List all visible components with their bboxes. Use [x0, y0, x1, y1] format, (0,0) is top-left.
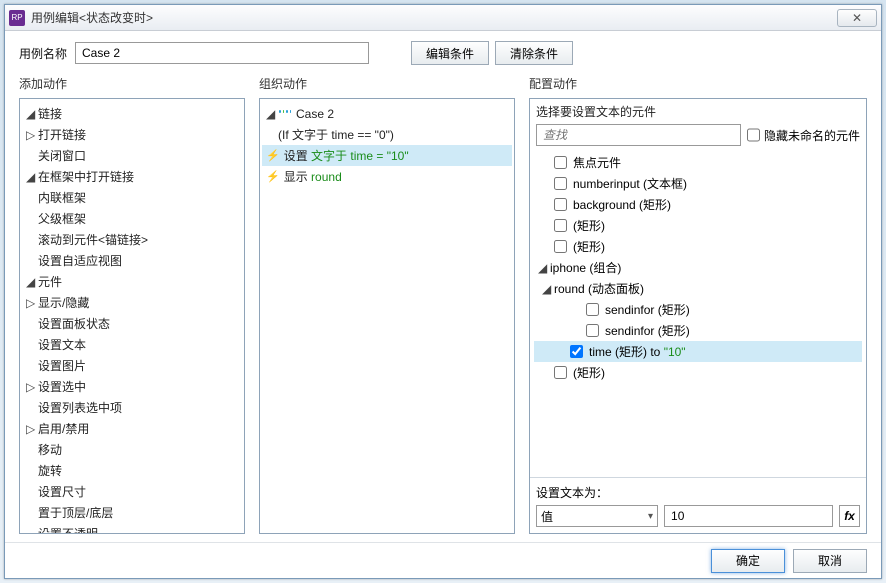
cfg-item-numberinput[interactable]: ▷numberinput (文本框) — [534, 173, 862, 194]
cfg-item-focus[interactable]: ▷焦点元件 — [534, 152, 862, 173]
org-action-show[interactable]: ⚡ 显示 round — [262, 166, 512, 187]
tree-item-set-size[interactable]: ▷设置尺寸 — [22, 481, 242, 502]
tree-item-set-list-selection[interactable]: ▷设置列表选中项 — [22, 397, 242, 418]
configure-panel: 选择要设置文本的元件 隐藏未命名的元件 ▷焦点元件 ▷numberinput (… — [529, 98, 867, 534]
tree-item-set-opacity[interactable]: ▷设置不透明 — [22, 523, 242, 534]
bolt-icon: ⚡ — [266, 170, 280, 183]
widget-search-input[interactable] — [536, 124, 741, 146]
case-name-label: 用例名称 — [19, 45, 67, 62]
chevron-down-icon: ▾ — [648, 511, 653, 522]
tree-item-scroll-anchor[interactable]: ▷滚动到元件<锚链接> — [22, 229, 242, 250]
organize-panel: ◢ Case 2 ▷(If 文字于 time == "0") ⚡ 设置 文字于 … — [259, 98, 515, 534]
cfg-item-background[interactable]: ▷background (矩形) — [534, 194, 862, 215]
tree-item-rotate[interactable]: ▷旋转 — [22, 460, 242, 481]
tree-item-bring-front-back[interactable]: ▷置于顶层/底层 — [22, 502, 242, 523]
configure-action-header: 配置动作 — [529, 75, 867, 92]
tree-item-panel-state[interactable]: ▷设置面板状态 — [22, 313, 242, 334]
cfg-item-rect2[interactable]: ▷(矩形) — [534, 236, 862, 257]
window-title: 用例编辑<状态改变时> — [31, 9, 837, 26]
org-action-set-text[interactable]: ⚡ 设置 文字于 time = "10" — [262, 145, 512, 166]
add-actions-header: 添加动作 — [19, 75, 245, 92]
dialog-window: RP 用例编辑<状态改变时> ✕ 用例名称 编辑条件 清除条件 添加动作 ◢链接… — [4, 4, 882, 579]
select-widgets-title: 选择要设置文本的元件 — [530, 99, 866, 124]
case-icon — [278, 109, 292, 119]
tree-item-inline-frame[interactable]: ▷内联框架 — [22, 187, 242, 208]
organize-actions-header: 组织动作 — [259, 75, 515, 92]
edit-condition-button[interactable]: 编辑条件 — [411, 41, 489, 65]
tree-item-set-selected[interactable]: ▷设置选中 — [22, 376, 242, 397]
text-value-input[interactable] — [664, 505, 833, 527]
cfg-item-round[interactable]: ◢round (动态面板) — [534, 278, 862, 299]
set-text-label: 设置文本为： — [536, 484, 860, 501]
tree-group-links[interactable]: ◢链接 — [22, 103, 242, 124]
hide-unnamed-checkbox[interactable]: 隐藏未命名的元件 — [747, 124, 860, 146]
close-button[interactable]: ✕ — [837, 9, 877, 27]
add-actions-panel: ◢链接 ▷打开链接 ▷关闭窗口 ◢在框架中打开链接 ▷内联框架 ▷父级框架 ▷滚… — [19, 98, 245, 534]
titlebar: RP 用例编辑<状态改变时> ✕ — [5, 5, 881, 31]
tree-group-widgets[interactable]: ◢元件 — [22, 271, 242, 292]
cfg-item-rect3[interactable]: ▷(矩形) — [534, 362, 862, 383]
tree-item-move[interactable]: ▷移动 — [22, 439, 242, 460]
tree-item-set-adaptive[interactable]: ▷设置自适应视图 — [22, 250, 242, 271]
text-mode-select[interactable]: 值▾ — [536, 505, 658, 527]
dialog-footer: 确定 取消 — [5, 542, 881, 578]
org-case-row[interactable]: ◢ Case 2 — [262, 103, 512, 124]
top-row: 用例名称 编辑条件 清除条件 — [19, 41, 867, 65]
app-icon: RP — [9, 10, 25, 26]
cfg-item-sendinfor2[interactable]: ▷sendinfor (矩形) — [534, 320, 862, 341]
tree-item-parent-frame[interactable]: ▷父级框架 — [22, 208, 242, 229]
bolt-icon: ⚡ — [266, 149, 280, 162]
fx-button[interactable]: fx — [839, 505, 860, 527]
tree-item-show-hide[interactable]: ▷显示/隐藏 — [22, 292, 242, 313]
tree-item-set-image[interactable]: ▷设置图片 — [22, 355, 242, 376]
cfg-item-rect1[interactable]: ▷(矩形) — [534, 215, 862, 236]
cfg-item-sendinfor1[interactable]: ▷sendinfor (矩形) — [534, 299, 862, 320]
tree-item-set-text[interactable]: ▷设置文本 — [22, 334, 242, 355]
cfg-item-time[interactable]: ▷time (矩形) to "10" — [534, 341, 862, 362]
org-condition-row: ▷(If 文字于 time == "0") — [262, 124, 512, 145]
ok-button[interactable]: 确定 — [711, 549, 785, 573]
tree-item-open-in-frame[interactable]: ◢在框架中打开链接 — [22, 166, 242, 187]
tree-item-open-link[interactable]: ▷打开链接 — [22, 124, 242, 145]
cancel-button[interactable]: 取消 — [793, 549, 867, 573]
cfg-item-iphone[interactable]: ◢iphone (组合) — [534, 257, 862, 278]
clear-condition-button[interactable]: 清除条件 — [495, 41, 573, 65]
tree-item-close-window[interactable]: ▷关闭窗口 — [22, 145, 242, 166]
case-name-input[interactable] — [75, 42, 369, 64]
tree-item-enable-disable[interactable]: ▷启用/禁用 — [22, 418, 242, 439]
